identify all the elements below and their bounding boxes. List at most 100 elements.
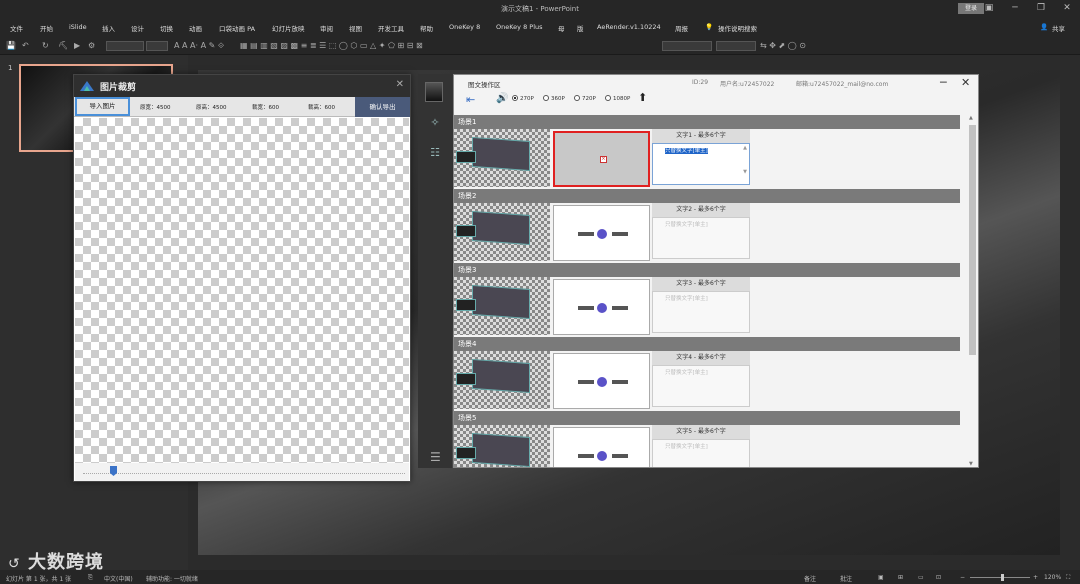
- reading-view-icon[interactable]: ▭: [918, 574, 924, 581]
- tab-home[interactable]: 开始: [40, 23, 53, 33]
- scrollbar-thumb[interactable]: [969, 125, 976, 355]
- normal-view-icon[interactable]: ▣: [878, 574, 884, 581]
- save-icon[interactable]: 💾: [6, 41, 16, 50]
- notes-button[interactable]: 备注: [804, 574, 816, 583]
- format-painter-icon[interactable]: ⛏: [58, 41, 68, 50]
- text-header: 文字3 - 最多6个字: [652, 277, 750, 291]
- text-input[interactable]: 只替换文字[单主]: [652, 439, 750, 467]
- avatar[interactable]: [425, 82, 443, 102]
- text-input[interactable]: 只替换文字[单主] ▲ ▼: [652, 143, 750, 185]
- maximize-icon[interactable]: ❐: [1034, 2, 1048, 15]
- tab-design[interactable]: 设计: [131, 23, 144, 33]
- resolution-1080p[interactable]: 1080P: [605, 95, 630, 102]
- scene-image[interactable]: [454, 129, 550, 187]
- slideshow-icon[interactable]: ⊡: [936, 574, 941, 581]
- slide-sorter-icon[interactable]: ⊞: [898, 574, 903, 581]
- upload-icon[interactable]: ⬆: [638, 91, 647, 104]
- user-icon: 👤: [1040, 23, 1049, 31]
- ribbon-display-icon[interactable]: ▣: [982, 2, 996, 15]
- language[interactable]: 中文(中国): [104, 574, 133, 583]
- text-input[interactable]: 只替换文字[单主]: [652, 365, 750, 407]
- list-icon[interactable]: ☷: [427, 146, 443, 162]
- username: 用户名:u72457022: [720, 81, 775, 88]
- scene-preview[interactable]: ×: [553, 131, 650, 187]
- scroll-down-icon[interactable]: ▼: [969, 461, 973, 467]
- tab-pocket-animation[interactable]: 口袋动画 PA: [219, 23, 255, 33]
- scene-preview[interactable]: [553, 353, 650, 409]
- zoom-slider[interactable]: [970, 577, 1030, 578]
- scene-preview[interactable]: [553, 427, 650, 467]
- close-icon[interactable]: ✕: [1060, 2, 1074, 15]
- text-input[interactable]: 只替换文字[单主]: [652, 291, 750, 333]
- confirm-export-button[interactable]: 确认导出: [355, 97, 410, 117]
- app-logo-icon: [80, 81, 94, 91]
- tab-help[interactable]: 帮助: [420, 23, 433, 33]
- tab-onekey8[interactable]: OneKey 8: [449, 23, 480, 31]
- tab-view[interactable]: 视图: [349, 23, 362, 33]
- resolution-270p[interactable]: 270P: [512, 95, 534, 102]
- scene-image[interactable]: [454, 351, 550, 409]
- magic-wand-icon[interactable]: ✧: [427, 116, 443, 132]
- resolution-720p[interactable]: 720P: [574, 95, 596, 102]
- close-icon[interactable]: ✕: [961, 76, 970, 89]
- scrollbar[interactable]: ▲ ▼: [968, 115, 977, 467]
- share-button[interactable]: 共享: [1052, 23, 1065, 33]
- accessibility-status[interactable]: 辅助功能: 一切就绪: [146, 574, 198, 583]
- shape-height-box[interactable]: [716, 41, 756, 51]
- minimize-icon[interactable]: ─: [1008, 2, 1022, 15]
- lightbulb-icon: 💡: [705, 23, 714, 31]
- tab-file[interactable]: 文件: [10, 23, 23, 33]
- tab-slideshow[interactable]: 幻灯片放映: [272, 23, 305, 33]
- close-icon[interactable]: ✕: [396, 79, 404, 90]
- scroll-up-icon[interactable]: ▲: [969, 115, 973, 121]
- tab-insert[interactable]: 插入: [102, 23, 115, 33]
- shape-width-box[interactable]: [662, 41, 712, 51]
- tab-islide[interactable]: iSlide: [69, 23, 87, 31]
- scene-preview[interactable]: [553, 205, 650, 261]
- login-button[interactable]: 登录: [958, 3, 984, 14]
- font-icons[interactable]: A A A· A ✎ ⟐: [174, 41, 224, 51]
- arrange-icons[interactable]: ⇆ ✥ ⬈ ◯ ⊙: [760, 41, 806, 50]
- scene-image[interactable]: [454, 203, 550, 261]
- zoom-out-icon[interactable]: −: [960, 574, 965, 581]
- tab-mu[interactable]: 母: [558, 23, 565, 33]
- text-input[interactable]: 只替换文字[单主]: [652, 217, 750, 259]
- tab-developer[interactable]: 开发工具: [378, 23, 404, 33]
- scene-preview[interactable]: [553, 279, 650, 335]
- tab-ban[interactable]: 版: [577, 23, 584, 33]
- tab-onekey8-plus[interactable]: OneKey 8 Plus: [496, 23, 543, 31]
- zoom-in-icon[interactable]: +: [1033, 574, 1038, 581]
- textarea-scrollbar[interactable]: ▲ ▼: [742, 145, 748, 183]
- scene-image[interactable]: [454, 425, 550, 467]
- align-icons[interactable]: ▦ ▤ ▥ ▧ ▨ ▩ ≡ ≣ ☰ ⬚ ◯ ⬡ ▭ △ ✦ ⬠ ⊞ ⊟ ⊠: [240, 41, 423, 50]
- tell-me-search[interactable]: 操作说明搜索: [718, 23, 757, 33]
- zoom-slider-thumb[interactable]: [1001, 574, 1004, 581]
- minimize-icon[interactable]: ─: [940, 76, 947, 89]
- redo-icon[interactable]: ↻: [42, 41, 49, 50]
- resolution-360p[interactable]: 360P: [543, 95, 565, 102]
- start-icon[interactable]: ▶: [74, 41, 80, 50]
- undo-icon[interactable]: ↶: [22, 41, 29, 50]
- slider-thumb[interactable]: [110, 466, 117, 476]
- import-image-button[interactable]: 导入图片: [75, 97, 130, 116]
- tab-transitions[interactable]: 切换: [160, 23, 173, 33]
- scene-title: 场景3: [454, 263, 960, 277]
- font-size-box[interactable]: [146, 41, 168, 51]
- font-name-box[interactable]: [106, 41, 144, 51]
- tools-icon[interactable]: ⚙: [88, 41, 95, 50]
- tab-review[interactable]: 审阅: [320, 23, 333, 33]
- ribbon-tabs: 文件 开始 iSlide 插入 设计 切换 动画 口袋动画 PA 幻灯片放映 审…: [0, 17, 1080, 37]
- tab-weekly[interactable]: 周报: [675, 23, 688, 33]
- scene-image[interactable]: [454, 277, 550, 335]
- zoom-level[interactable]: 120%: [1044, 574, 1061, 581]
- comments-button[interactable]: 批注: [840, 574, 852, 583]
- slider-track[interactable]: [83, 473, 405, 474]
- back-icon[interactable]: ⇤: [466, 93, 475, 106]
- crop-canvas[interactable]: [75, 118, 409, 463]
- speaker-icon[interactable]: 🔊: [496, 93, 508, 104]
- tab-animations[interactable]: 动画: [189, 23, 202, 33]
- fit-slide-icon[interactable]: ⛶: [1066, 574, 1070, 582]
- menu-icon[interactable]: ☰: [430, 450, 441, 464]
- tab-aerender[interactable]: AeRender.v1.10224: [597, 23, 661, 31]
- spellcheck-icon[interactable]: ⎘: [88, 574, 93, 582]
